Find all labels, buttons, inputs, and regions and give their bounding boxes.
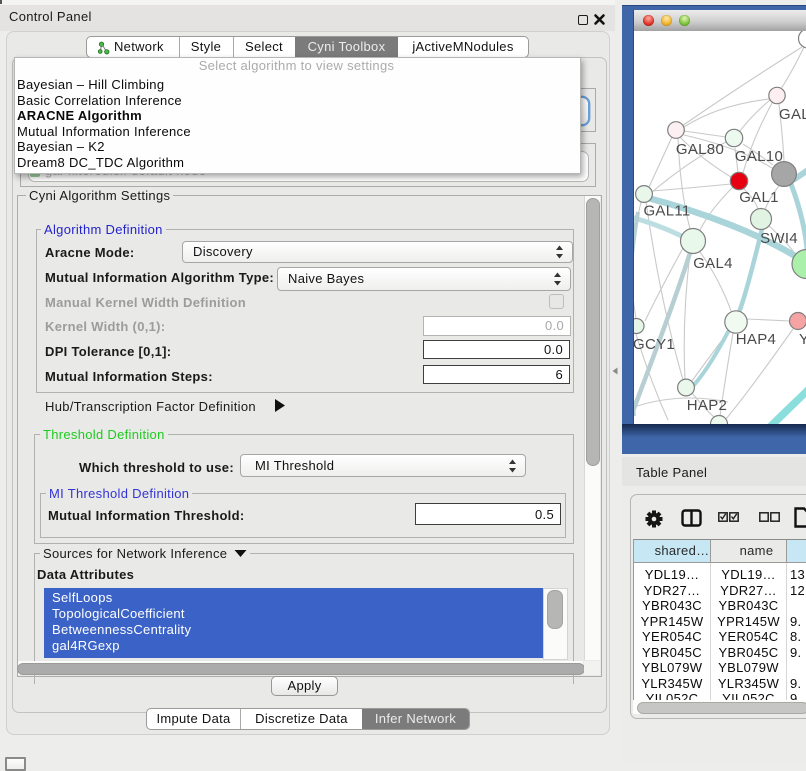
svg-text:GCY1: GCY1	[634, 336, 675, 353]
svg-text:GAL4: GAL4	[693, 255, 733, 272]
svg-text:SWI4: SWI4	[760, 230, 798, 247]
svg-text:GAL: GAL	[779, 106, 806, 123]
svg-text:GAL10: GAL10	[735, 148, 783, 165]
svg-text:GAL80: GAL80	[676, 141, 724, 158]
svg-text:HAP4: HAP4	[736, 331, 776, 348]
svg-text:HAP2: HAP2	[687, 397, 727, 414]
svg-text:GAL11: GAL11	[643, 203, 690, 220]
svg-text:GAL1: GAL1	[739, 189, 779, 206]
svg-text:Y: Y	[799, 331, 806, 348]
